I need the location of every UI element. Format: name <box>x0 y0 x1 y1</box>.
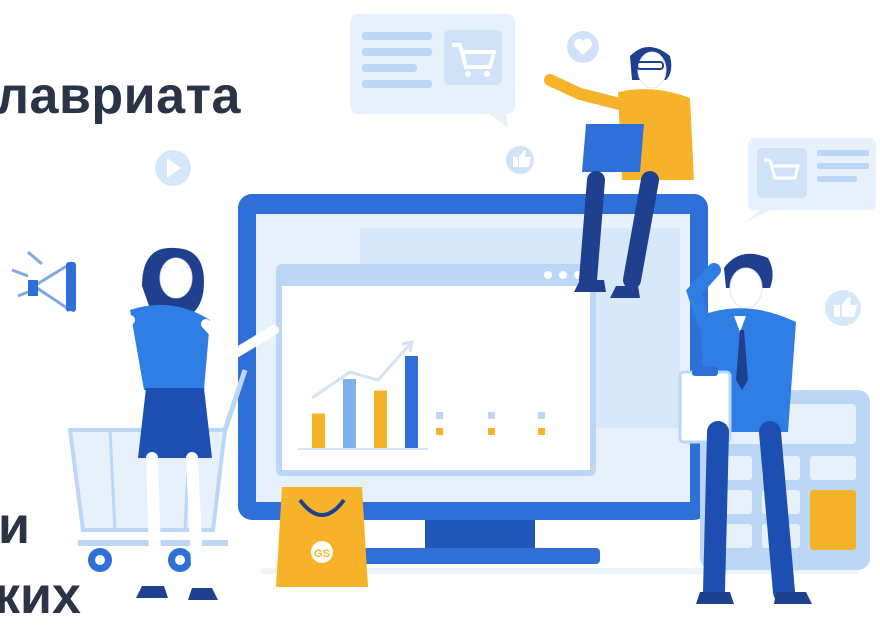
marketing-illustration: GS <box>11 14 876 604</box>
chart-window <box>276 264 596 476</box>
thumbs-up-icon <box>506 146 534 174</box>
thumbs-up-icon-right <box>825 290 861 326</box>
chart-bar <box>312 413 325 448</box>
ad-bubble-right <box>746 138 876 222</box>
heart-icon <box>567 31 599 63</box>
play-icon <box>155 150 191 186</box>
chart-bar <box>374 390 387 448</box>
ad-bubble-top <box>350 14 515 128</box>
illustration-canvas: лавриата и ких GS <box>0 0 880 631</box>
chart-bar <box>343 379 356 448</box>
bag-logo: GS <box>314 548 330 560</box>
shopping-bag: GS <box>276 487 368 587</box>
megaphone-icon <box>11 250 76 313</box>
chart-bar <box>405 356 418 448</box>
